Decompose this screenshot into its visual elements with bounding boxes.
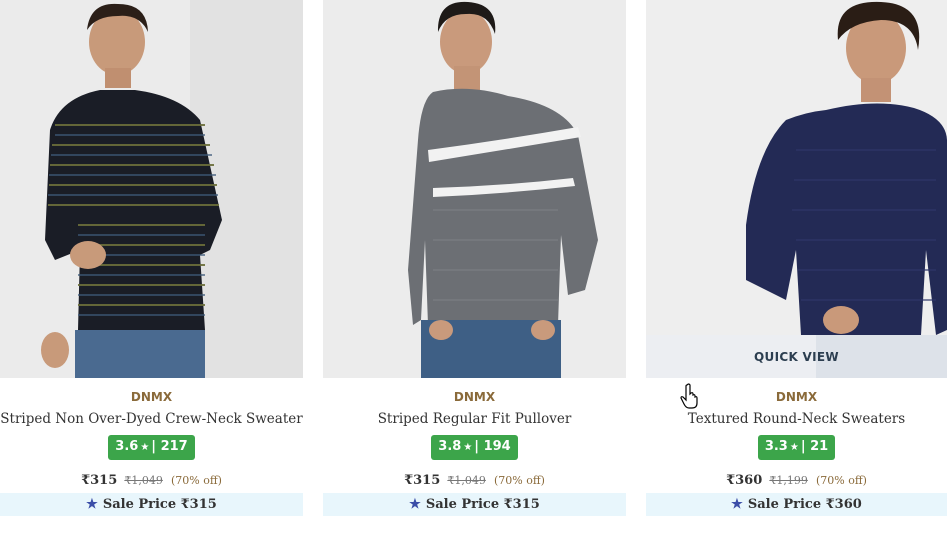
sale-price-banner: ★ Sale Price ₹315 <box>323 493 626 516</box>
product-name[interactable]: Striped Non Over-Dyed Crew-Neck Sweater <box>0 411 303 427</box>
product-image[interactable] <box>0 0 303 378</box>
star-icon: ★ <box>463 442 473 453</box>
product-card[interactable]: QUICK VIEW DNMX Textured Round-Neck Swea… <box>646 0 947 520</box>
price-row: ₹360 ₹1,199 (70% off) <box>646 469 947 488</box>
product-mrp: ₹1,199 <box>769 474 808 487</box>
price-row: ₹315 ₹1,049 (70% off) <box>323 469 626 488</box>
product-price: ₹315 <box>81 473 118 488</box>
sale-price-banner: ★ Sale Price ₹315 <box>0 493 303 516</box>
product-image[interactable] <box>646 0 947 378</box>
rating-container: 3.3 ★ | 21 <box>646 435 947 460</box>
product-card[interactable]: DNMX Striped Regular Fit Pullover 3.8 ★ | … <box>323 0 626 520</box>
sale-price-label: Sale Price ₹360 <box>747 497 862 512</box>
product-discount: (70% off) <box>170 474 222 487</box>
star-icon: ★ <box>731 497 743 512</box>
model-photo-grey-striped-pullover <box>323 0 626 378</box>
product-image[interactable] <box>323 0 626 378</box>
product-brand[interactable]: DNMX <box>0 390 303 404</box>
product-price: ₹360 <box>726 473 763 488</box>
rating-count: 21 <box>810 439 829 454</box>
star-icon: ★ <box>789 442 799 453</box>
rating-badge: 3.8 ★ | 194 <box>431 435 518 460</box>
price-row: ₹315 ₹1,049 (70% off) <box>0 469 303 488</box>
product-card[interactable]: DNMX Striped Non Over-Dyed Crew-Neck Swe… <box>0 0 303 520</box>
star-icon: ★ <box>409 497 421 512</box>
sale-price-label: Sale Price ₹315 <box>425 497 540 512</box>
model-photo-navy-textured-sweater <box>646 0 947 378</box>
rating-badge: 3.3 ★ | 21 <box>757 435 836 460</box>
product-name[interactable]: Textured Round-Neck Sweaters <box>646 411 947 427</box>
model-photo-black-striped-sweater <box>0 0 303 378</box>
rating-count: 217 <box>160 439 188 454</box>
product-price: ₹315 <box>404 473 441 488</box>
product-discount: (70% off) <box>815 474 867 487</box>
product-mrp: ₹1,049 <box>124 474 163 487</box>
product-discount: (70% off) <box>493 474 545 487</box>
star-icon: ★ <box>140 442 150 453</box>
rating-value: 3.6 <box>115 439 139 454</box>
star-icon: ★ <box>86 497 98 512</box>
sale-price-banner: ★ Sale Price ₹360 <box>646 493 947 516</box>
rating-count: 194 <box>483 439 511 454</box>
sale-price-label: Sale Price ₹315 <box>102 497 217 512</box>
rating-value: 3.3 <box>764 439 788 454</box>
quick-view-button[interactable]: QUICK VIEW <box>646 335 947 378</box>
rating-badge: 3.6 ★ | 217 <box>108 435 195 460</box>
rating-container: 3.6 ★ | 217 <box>0 435 303 460</box>
product-brand[interactable]: DNMX <box>323 390 626 404</box>
rating-value: 3.8 <box>438 439 462 454</box>
rating-container: 3.8 ★ | 194 <box>323 435 626 460</box>
hand-pointer-cursor-icon <box>680 383 698 409</box>
product-mrp: ₹1,049 <box>447 474 486 487</box>
product-name[interactable]: Striped Regular Fit Pullover <box>323 411 626 427</box>
